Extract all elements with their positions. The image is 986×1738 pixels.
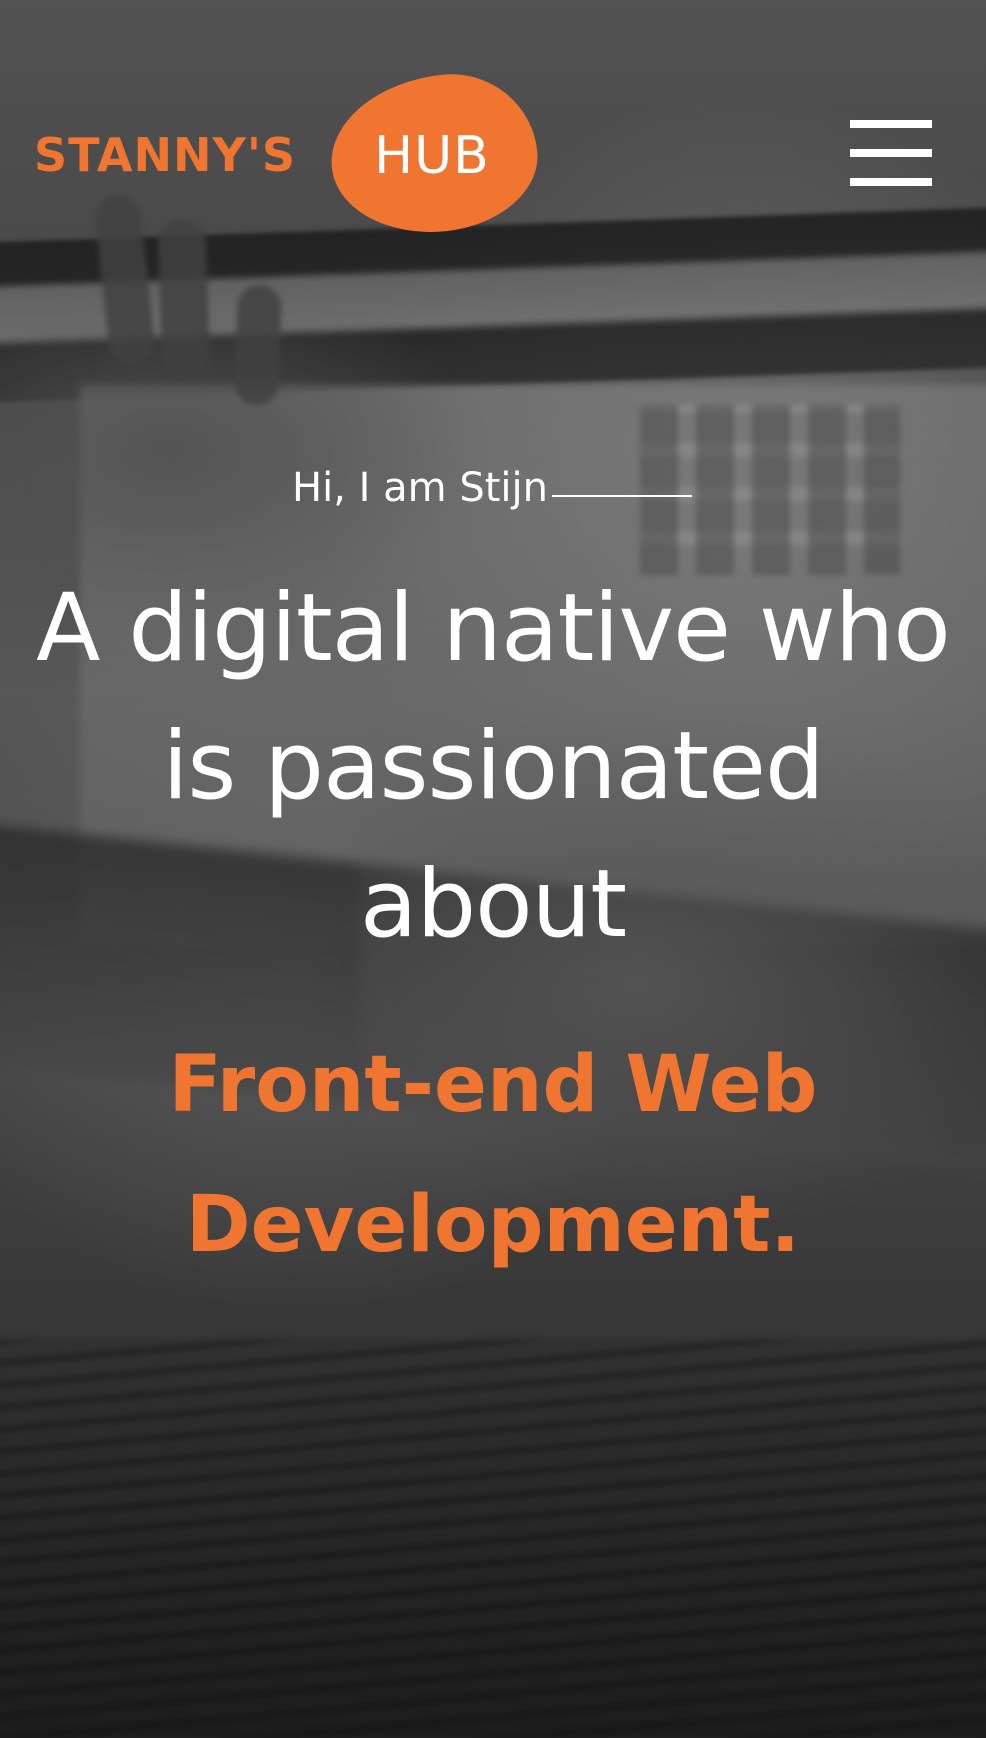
hero-specialty: Front-end Web Development. xyxy=(0,1015,986,1295)
headline-line: is passionated xyxy=(162,712,824,821)
menu-bar xyxy=(850,178,932,186)
headline-line: about xyxy=(359,850,627,959)
headline-line: A digital native who xyxy=(36,574,951,683)
hamburger-menu-icon[interactable] xyxy=(850,120,932,186)
site-header: STANNY'S HUB xyxy=(0,0,986,243)
intro-divider-line xyxy=(552,495,692,497)
specialty-line: Front-end Web xyxy=(168,1040,818,1130)
logo-name-text: STANNY'S xyxy=(34,128,297,182)
logo-hub-text: HUB xyxy=(374,126,490,186)
site-logo-link[interactable]: STANNY'S HUB xyxy=(34,65,545,243)
specialty-line: Development. xyxy=(185,1180,801,1270)
hero-headline: A digital native who is passionated abou… xyxy=(0,560,986,974)
intro-row: Hi, I am Stijn xyxy=(0,465,986,525)
menu-bar xyxy=(850,149,932,157)
hero-section: STANNY'S HUB Hi, I am Stijn A digital na… xyxy=(0,0,986,1738)
menu-bar xyxy=(850,120,932,128)
intro-greeting: Hi, I am Stijn xyxy=(292,465,548,511)
